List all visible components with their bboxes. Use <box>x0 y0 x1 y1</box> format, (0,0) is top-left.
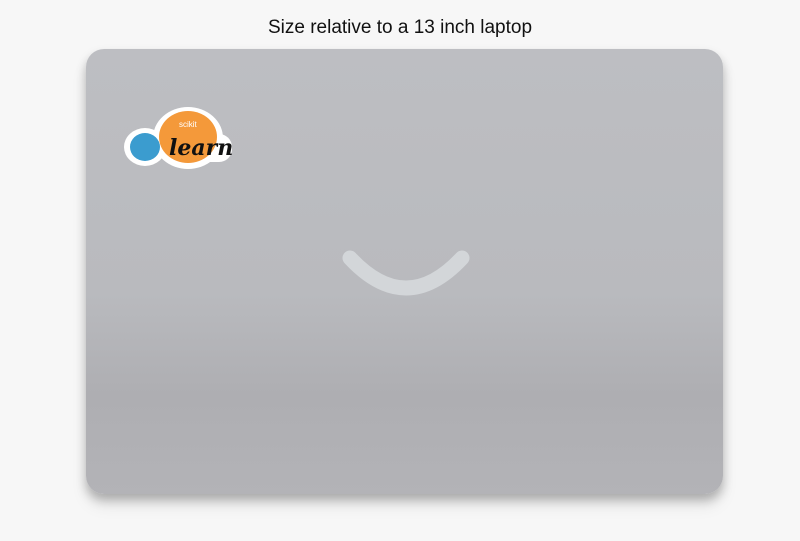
sticker-scikit-text: scikit <box>179 120 198 129</box>
sticker-preview: Size relative to a 13 inch laptop scikit… <box>0 0 800 541</box>
sticker-learn-text: learn <box>169 135 233 161</box>
laptop-smile-logo-icon <box>342 250 470 296</box>
size-caption: Size relative to a 13 inch laptop <box>267 17 533 38</box>
laptop-lid: scikit learn <box>86 49 723 494</box>
sticker-blue-blob <box>130 133 160 161</box>
scikit-learn-sticker: scikit learn <box>124 107 233 169</box>
